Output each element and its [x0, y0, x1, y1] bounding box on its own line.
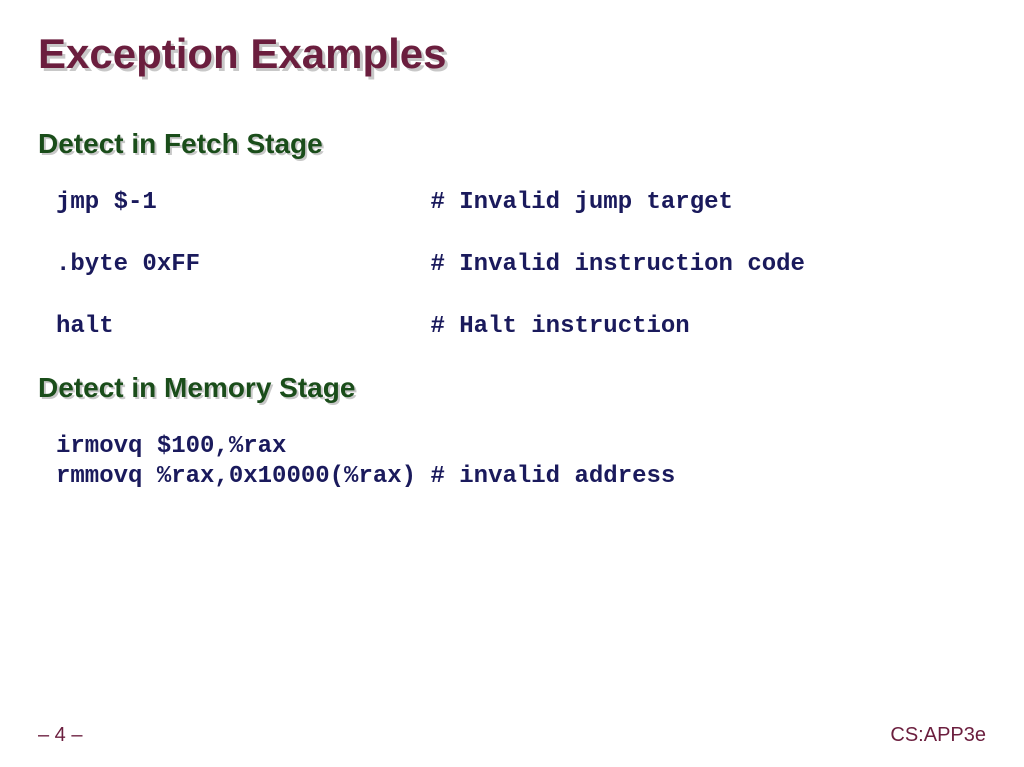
slide-footer: – 4 – CS:APP3e [0, 724, 1024, 747]
section-header-memory: Detect in Memory Stage [38, 372, 986, 404]
code-line: halt # Halt instruction [56, 312, 986, 342]
book-label: CS:APP3e [890, 724, 986, 747]
slide-title: Exception Examples [38, 30, 986, 78]
code-block-fetch: jmp $-1 # Invalid jump target .byte 0xFF… [38, 188, 986, 342]
code-line: irmovq $100,%rax [56, 432, 986, 462]
code-line: rmmovq %rax,0x10000(%rax) # invalid addr… [56, 462, 986, 492]
page-number: – 4 – [38, 724, 82, 747]
code-line: .byte 0xFF # Invalid instruction code [56, 250, 986, 280]
section-header-fetch: Detect in Fetch Stage [38, 128, 986, 160]
code-group: jmp $-1 # Invalid jump target [56, 188, 986, 218]
code-group: irmovq $100,%rax rmmovq %rax,0x10000(%ra… [56, 432, 986, 492]
code-block-memory: irmovq $100,%rax rmmovq %rax,0x10000(%ra… [38, 432, 986, 492]
code-group: halt # Halt instruction [56, 312, 986, 342]
code-group: .byte 0xFF # Invalid instruction code [56, 250, 986, 280]
code-line: jmp $-1 # Invalid jump target [56, 188, 986, 218]
